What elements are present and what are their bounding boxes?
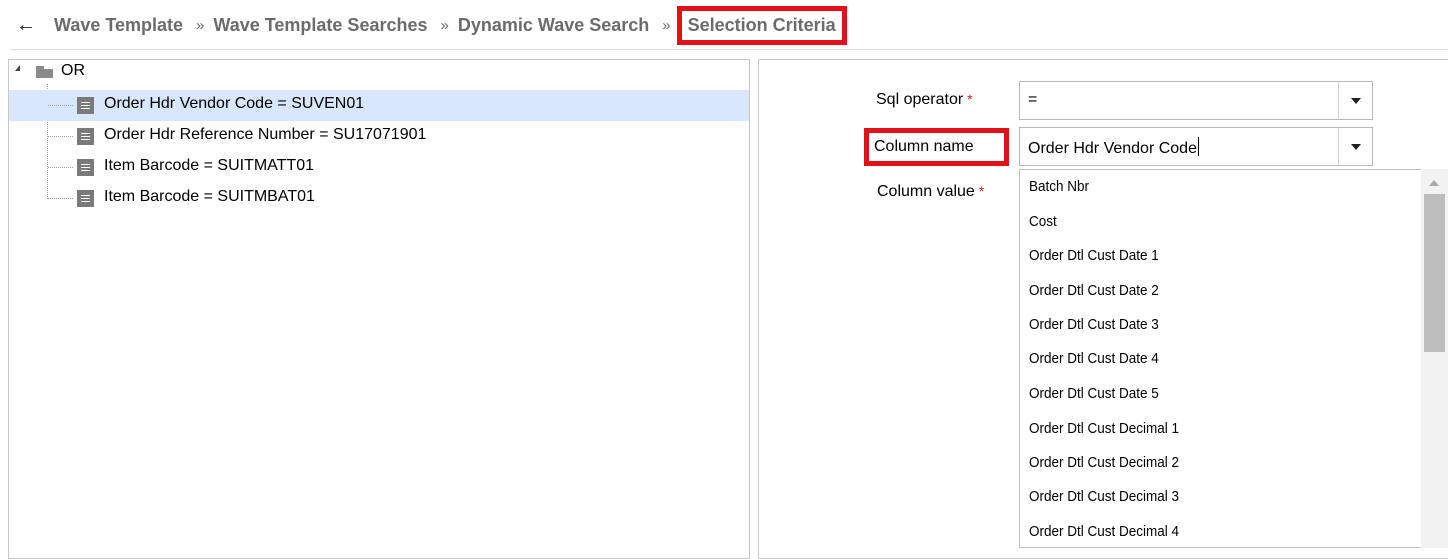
header-divider (10, 49, 1448, 50)
tree-node-label: Order Hdr Vendor Code = SUVEN01 (104, 95, 365, 112)
tree-branch-line (48, 167, 73, 168)
condition-icon (77, 190, 94, 207)
column-name-dropdown-list: Batch Nbr Cost Order Dtl Cust Date 1 Ord… (1019, 169, 1448, 548)
criteria-tree-panel: OR Order Hdr Vendor Code = SUVEN01 Order… (8, 59, 750, 559)
scroll-up-arrow-icon[interactable] (1429, 180, 1439, 186)
sql-operator-value: = (1028, 91, 1038, 108)
column-value-label: Column value * (877, 183, 985, 200)
tree-node[interactable]: Order Hdr Vendor Code = SUVEN01 (9, 90, 749, 121)
tree-node[interactable]: Item Barcode = SUITMATT01 (9, 152, 749, 183)
chevron-down-icon[interactable] (1338, 82, 1372, 119)
sql-operator-select[interactable]: = (1019, 81, 1373, 120)
column-name-label: Column name (874, 138, 974, 155)
condition-icon (77, 128, 94, 145)
dropdown-option[interactable]: Order Dtl Cust Decimal 2 (1029, 454, 1179, 471)
text-cursor (1197, 137, 1199, 156)
dropdown-option[interactable]: Order Dtl Cust Date 2 (1029, 282, 1159, 299)
breadcrumb-separator-icon: » (440, 16, 450, 34)
tree-branch-line (48, 136, 73, 137)
breadcrumb-item-wave-template-searches[interactable]: Wave Template Searches (213, 15, 427, 36)
dropdown-option[interactable]: Batch Nbr (1029, 178, 1089, 195)
dropdown-option[interactable]: Order Dtl Cust Decimal 1 (1029, 420, 1179, 437)
scrollbar-thumb[interactable] (1424, 194, 1445, 352)
condition-icon (77, 97, 94, 114)
required-asterisk: * (978, 183, 985, 199)
tree-node-label: Order Hdr Reference Number = SU17071901 (104, 126, 427, 143)
dropdown-option[interactable]: Cost (1029, 213, 1057, 230)
dropdown-option[interactable]: Order Dtl Cust Date 5 (1029, 385, 1159, 402)
back-arrow-icon[interactable]: ← (16, 15, 36, 35)
breadcrumb-separator-icon: » (196, 16, 205, 34)
tree-node[interactable]: Order Hdr Reference Number = SU17071901 (9, 121, 749, 152)
breadcrumb-item-wave-template[interactable]: Wave Template (54, 15, 183, 36)
column-name-combobox[interactable]: Order Hdr Vendor Code (1019, 127, 1373, 166)
dropdown-scrollbar[interactable] (1421, 169, 1448, 548)
folder-icon (36, 66, 53, 78)
dropdown-option[interactable]: Order Dtl Cust Date 4 (1029, 350, 1159, 367)
dropdown-option[interactable]: Order Dtl Cust Decimal 3 (1029, 488, 1179, 505)
breadcrumb-current-selection-criteria: Selection Criteria (676, 5, 847, 45)
tree-root-label: OR (61, 62, 85, 79)
required-asterisk: * (967, 91, 973, 107)
tree-branch-line (48, 198, 73, 199)
sql-operator-label: Sql operator * (876, 91, 973, 108)
tree-node-label: Item Barcode = SUITMBAT01 (104, 188, 315, 205)
dropdown-option[interactable]: Order Dtl Cust Decimal 4 (1029, 523, 1179, 540)
tree-node[interactable]: Item Barcode = SUITMBAT01 (9, 183, 749, 214)
tree-node-label: Item Barcode = SUITMATT01 (104, 157, 314, 174)
breadcrumb: ← Wave Template » Wave Template Searches… (0, 0, 1448, 50)
chevron-down-icon[interactable] (1338, 128, 1372, 165)
dropdown-option[interactable]: Order Dtl Cust Date 1 (1029, 247, 1159, 264)
tree-branch-line (48, 105, 73, 106)
breadcrumb-item-dynamic-wave-search[interactable]: Dynamic Wave Search (458, 15, 649, 36)
dropdown-option[interactable]: Order Dtl Cust Date 3 (1029, 316, 1159, 333)
collapse-triangle-icon[interactable] (15, 65, 20, 71)
column-name-input[interactable]: Order Hdr Vendor Code (1028, 137, 1199, 158)
condition-icon (77, 159, 94, 176)
breadcrumb-separator-icon: » (662, 16, 671, 34)
